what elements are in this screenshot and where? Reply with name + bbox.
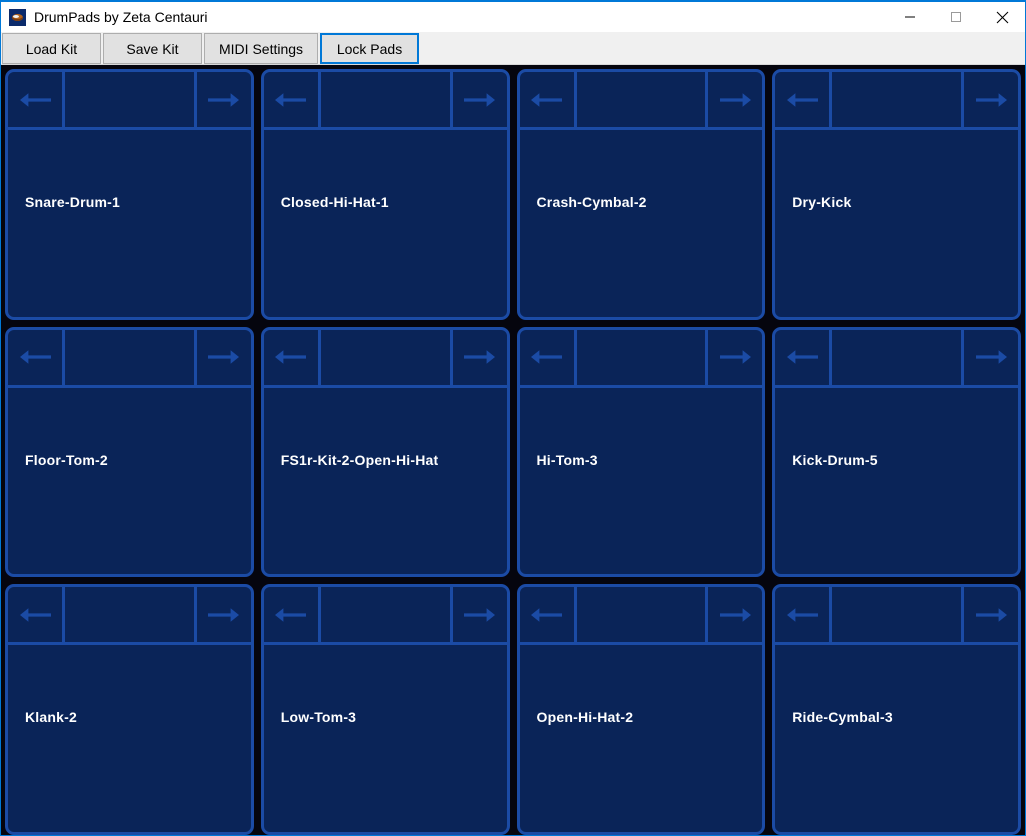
drum-pad[interactable]: Floor-Tom-2 [5,326,254,578]
pad-header [519,72,763,130]
arrow-right-icon[interactable] [705,329,762,385]
arrow-right-icon[interactable] [449,72,507,127]
pad-label: Klank-2 [25,709,77,726]
arrow-left-icon[interactable] [775,72,833,127]
drum-pad[interactable]: Ride-Cymbal-3 [772,584,1021,835]
arrow-right-icon[interactable] [961,329,1018,385]
minimize-button[interactable] [887,2,933,32]
pad-label: Open-Hi-Hat-2 [536,709,634,726]
drum-pad[interactable]: Hi-Tom-3 [516,326,766,578]
pad-header [8,587,251,646]
pad-label: Ride-Cymbal-3 [792,709,893,726]
arrow-left-icon[interactable] [775,329,833,385]
pad-label: Kick-Drum-5 [792,451,878,468]
drum-pad[interactable]: Klank-2 [5,584,254,835]
save-kit-button[interactable]: Save Kit [103,33,202,64]
pad-header [519,329,763,388]
pad-header [263,72,507,130]
pad-label: FS1r-Kit-2-Open-Hi-Hat [280,451,439,468]
pad-label: Closed-Hi-Hat-1 [280,194,389,210]
pad-header [8,329,251,388]
drum-pad-grid: Snare-Drum-1 Closed-Hi-Hat-1 Crash-Cymba… [1,65,1025,835]
drum-pad[interactable]: Dry-Kick [772,69,1021,320]
drum-pad[interactable]: Closed-Hi-Hat-1 [260,69,510,320]
pad-header [775,329,1018,388]
arrow-left-icon[interactable] [264,587,321,643]
pad-header [775,72,1018,130]
drum-app-icon [9,8,26,26]
drum-pad[interactable]: Low-Tom-3 [260,584,510,835]
pad-header [8,72,251,130]
maximize-button[interactable] [933,2,979,32]
drum-pad[interactable]: FS1r-Kit-2-Open-Hi-Hat [260,326,510,578]
arrow-right-icon[interactable] [193,72,251,127]
window-controls [887,2,1025,32]
arrow-left-icon[interactable] [520,72,577,127]
pad-label: Dry-Kick [792,194,852,210]
midi-settings-button[interactable]: MIDI Settings [204,33,319,64]
arrow-right-icon[interactable] [961,587,1018,643]
pad-header [263,587,507,646]
pad-label: Crash-Cymbal-2 [536,194,647,210]
window-title: DrumPads by Zeta Centauri [34,9,208,25]
drum-pad[interactable]: Kick-Drum-5 [772,326,1021,578]
lock-pads-button[interactable]: Lock Pads [320,33,420,64]
arrow-left-icon[interactable] [520,587,577,643]
application-window: DrumPads by Zeta Centauri Load Kit Save … [0,0,1026,836]
arrow-left-icon[interactable] [775,587,833,643]
arrow-right-icon[interactable] [193,587,251,643]
pad-label: Low-Tom-3 [280,709,357,726]
arrow-right-icon[interactable] [193,329,251,385]
arrow-left-icon[interactable] [264,329,321,385]
arrow-right-icon[interactable] [961,72,1018,127]
drum-pad[interactable]: Snare-Drum-1 [5,69,254,320]
close-button[interactable] [979,2,1025,32]
arrow-left-icon[interactable] [8,329,65,385]
arrow-left-icon[interactable] [520,329,577,385]
arrow-right-icon[interactable] [449,329,507,385]
pad-label: Floor-Tom-2 [25,451,108,468]
title-bar: DrumPads by Zeta Centauri [1,2,1025,32]
arrow-left-icon[interactable] [8,72,65,127]
pad-header [775,587,1018,646]
load-kit-button[interactable]: Load Kit [2,33,101,64]
arrow-right-icon[interactable] [705,72,762,127]
arrow-left-icon[interactable] [8,587,65,643]
drum-pad[interactable]: Crash-Cymbal-2 [516,69,766,320]
arrow-right-icon[interactable] [705,587,762,643]
toolbar: Load Kit Save Kit MIDI Settings Lock Pad… [1,32,1025,65]
pad-header [519,587,763,646]
arrow-right-icon[interactable] [449,587,507,643]
arrow-left-icon[interactable] [264,72,321,127]
drum-pad[interactable]: Open-Hi-Hat-2 [516,584,766,835]
pad-label: Hi-Tom-3 [536,451,598,468]
pad-header [263,329,507,388]
pad-label: Snare-Drum-1 [25,194,120,210]
